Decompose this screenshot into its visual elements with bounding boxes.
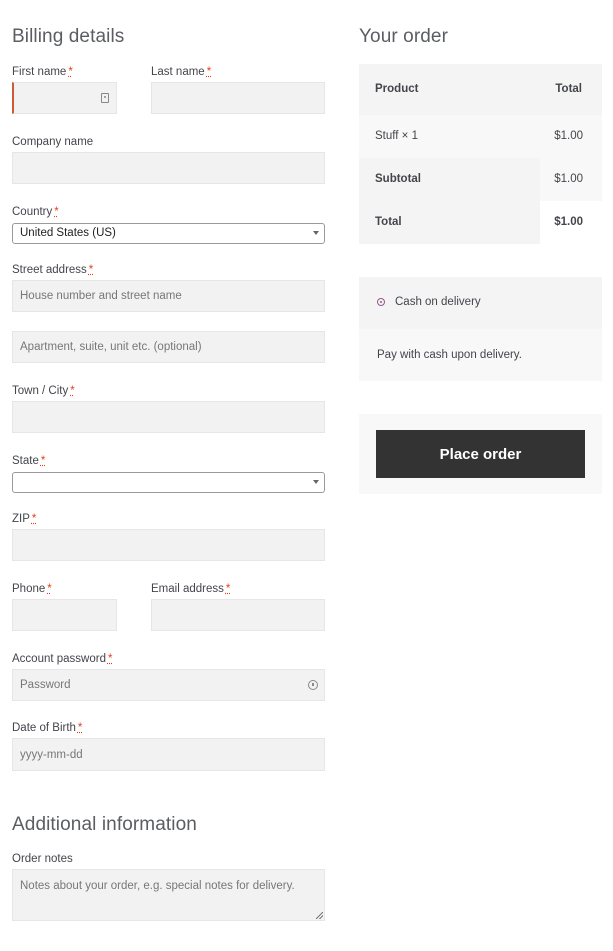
phone-label-text: Phone (12, 583, 46, 595)
state-label-text: State (12, 455, 39, 467)
order-item-name-text: Stuff (375, 130, 399, 142)
state-select[interactable] (12, 472, 325, 493)
required-marker: * (70, 385, 75, 397)
last-name-label: Last name * (151, 66, 211, 78)
place-order-button[interactable]: Place order (376, 430, 585, 478)
city-input[interactable] (12, 401, 325, 433)
subtotal-label: Subtotal (375, 173, 421, 185)
date-of-birth-label: Date of Birth * (12, 722, 82, 734)
required-marker: * (88, 264, 94, 276)
order-item-row: Stuff × 1 $1.00 (359, 115, 602, 158)
additional-information-title: Additional information (12, 814, 197, 835)
required-marker: * (77, 722, 83, 734)
state-label: State * (12, 455, 45, 467)
password-field-wrap (12, 669, 325, 701)
subtotal-value: $1.00 (554, 173, 583, 185)
password-key-icon[interactable] (308, 680, 318, 690)
order-item-total: $1.00 (554, 130, 583, 142)
zip-input[interactable] (12, 529, 325, 561)
required-marker: * (206, 66, 212, 78)
order-item-qty: × 1 (401, 130, 418, 142)
phone-label: Phone * (12, 583, 52, 595)
company-name-label: Company name (12, 136, 94, 148)
your-order-title: Your order (359, 26, 449, 47)
date-of-birth-input[interactable] (12, 738, 325, 771)
company-name-input[interactable] (12, 152, 325, 184)
order-notes-label: Order notes (12, 853, 73, 865)
account-password-input[interactable] (12, 669, 325, 701)
street-address-line1-input[interactable] (12, 280, 325, 312)
required-marker: * (40, 455, 46, 467)
country-label-text: Country (12, 206, 53, 218)
zip-label: ZIP * (12, 513, 36, 525)
city-label: Town / City * (12, 385, 75, 397)
payment-description-box: Pay with cash upon delivery. (359, 329, 602, 381)
email-label-text: Email address (151, 583, 224, 595)
total-value: $1.00 (554, 216, 583, 228)
email-input[interactable] (151, 599, 325, 631)
last-name-label-text: Last name (151, 66, 205, 78)
payment-method-label[interactable]: Cash on delivery (395, 296, 481, 308)
city-label-text: Town / City (12, 385, 69, 397)
required-marker: * (54, 206, 59, 218)
product-column-header: Product (375, 83, 419, 95)
total-column-header: Total (555, 83, 582, 95)
zip-label-text: ZIP (12, 513, 30, 525)
required-marker: * (31, 513, 37, 525)
chevron-down-icon (313, 231, 319, 235)
contact-card-icon[interactable] (101, 93, 109, 103)
order-notes-wrap (12, 869, 325, 921)
country-select-value: United States (US) (20, 227, 116, 239)
required-marker: * (68, 66, 73, 78)
required-marker: * (225, 583, 231, 595)
payment-description: Pay with cash upon delivery. (377, 349, 522, 361)
first-name-field-wrap (12, 82, 117, 114)
street-address-line2-input[interactable] (12, 331, 325, 363)
country-select[interactable]: United States (US) (12, 223, 325, 244)
email-label: Email address * (151, 583, 230, 595)
resize-handle-icon[interactable] (316, 912, 323, 919)
phone-input[interactable] (12, 599, 117, 631)
date-of-birth-label-text: Date of Birth (12, 722, 76, 734)
order-total-row: Total $1.00 (359, 201, 602, 244)
account-password-label: Account password * (12, 653, 112, 665)
first-name-label-text: First name (12, 66, 67, 78)
required-marker: * (107, 653, 113, 665)
order-item-name: Stuff × 1 (375, 130, 418, 142)
account-password-label-text: Account password (12, 653, 106, 665)
payment-methods: Cash on delivery Pay with cash upon deli… (359, 277, 602, 381)
required-marker: * (47, 583, 52, 595)
place-order-section: Place order (359, 414, 602, 494)
last-name-input[interactable] (151, 82, 325, 114)
order-table-header: Product Total (359, 64, 602, 115)
street-address-label-text: Street address (12, 264, 87, 276)
order-subtotal-row: Subtotal $1.00 (359, 158, 602, 201)
street-address-label: Street address * (12, 264, 93, 276)
billing-details-title: Billing details (12, 26, 125, 47)
order-notes-textarea[interactable] (12, 869, 325, 921)
total-label: Total (375, 216, 402, 228)
chevron-down-icon (313, 480, 319, 484)
country-label: Country * (12, 206, 59, 218)
first-name-label: First name * (12, 66, 73, 78)
cash-on-delivery-radio[interactable] (377, 298, 385, 306)
